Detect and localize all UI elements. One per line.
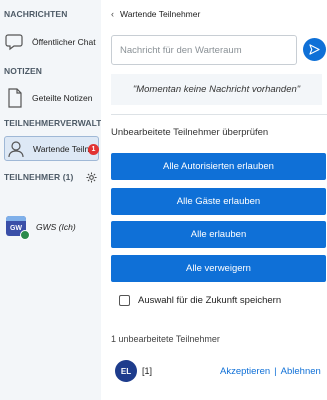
sidebar-item-label: Öffentlicher Chat	[32, 37, 96, 47]
reject-link[interactable]: Ablehnen	[281, 366, 321, 377]
participant-name[interactable]: GWS (Ich)	[36, 222, 76, 232]
sidebar-item-label: Wartende Teilnehmer	[33, 143, 95, 154]
waiting-users-badge: 1	[88, 144, 99, 155]
pending-user-avatar: EL	[115, 360, 137, 382]
pending-user-name: [1]	[142, 366, 153, 376]
pending-count: 1 unbearbeitete Teilnehmer	[111, 334, 220, 344]
pending-user-actions: Akzeptieren | Ablehnen	[220, 366, 321, 377]
sidebar-item-waiting-users[interactable]: Wartende Teilnehmer	[4, 136, 99, 161]
send-icon	[309, 44, 320, 55]
deny-all-button[interactable]: Alle verweigern	[111, 255, 326, 282]
chevron-left-icon: ‹	[111, 9, 114, 19]
user-icon	[5, 138, 27, 160]
gear-icon[interactable]	[86, 170, 97, 188]
accept-link[interactable]: Akzeptieren	[220, 366, 270, 377]
allow-all-button[interactable]: Alle erlauben	[111, 221, 326, 248]
notes-section-title: NOTIZEN	[4, 66, 43, 76]
sidebar-item-label: Geteilte Notizen	[32, 93, 93, 103]
messages-section-title: NACHRICHTEN	[4, 9, 68, 19]
sidebar-item-shared-notes[interactable]: Geteilte Notizen	[4, 86, 99, 110]
presence-indicator	[20, 230, 30, 240]
participant-management-title: TEILNEHMERVERWALTUNG	[4, 118, 101, 128]
allow-guests-button[interactable]: Alle Gäste erlauben	[111, 188, 326, 215]
chat-icon	[4, 31, 26, 53]
notes-icon	[4, 87, 26, 109]
back-button[interactable]: ‹ Wartende Teilnehmer	[111, 9, 200, 19]
sidebar-item-public-chat[interactable]: Öffentlicher Chat	[4, 30, 99, 54]
separator: |	[274, 366, 277, 377]
panel-title: Wartende Teilnehmer	[120, 9, 201, 19]
remember-choice-option[interactable]: Auswahl für die Zukunft speichern	[119, 295, 281, 306]
waiting-users-panel: ‹ Wartende Teilnehmer "Momentan keine Na…	[101, 0, 327, 400]
participants-section-title: TEILNEHMER (1)	[4, 172, 74, 182]
no-message-notice: "Momentan keine Nachricht vorhanden"	[111, 74, 322, 105]
remember-choice-checkbox[interactable]	[119, 295, 130, 306]
remember-choice-label: Auswahl für die Zukunft speichern	[138, 295, 282, 306]
send-button[interactable]	[303, 38, 326, 61]
allow-authenticated-button[interactable]: Alle Autorisierten erlauben	[111, 153, 326, 180]
divider	[111, 114, 327, 115]
sidebar: NACHRICHTEN Öffentlicher Chat NOTIZEN Ge…	[0, 0, 101, 400]
review-title: Unbearbeitete Teilnehmer überprüfen	[111, 127, 269, 138]
lobby-message-input[interactable]	[111, 35, 297, 65]
